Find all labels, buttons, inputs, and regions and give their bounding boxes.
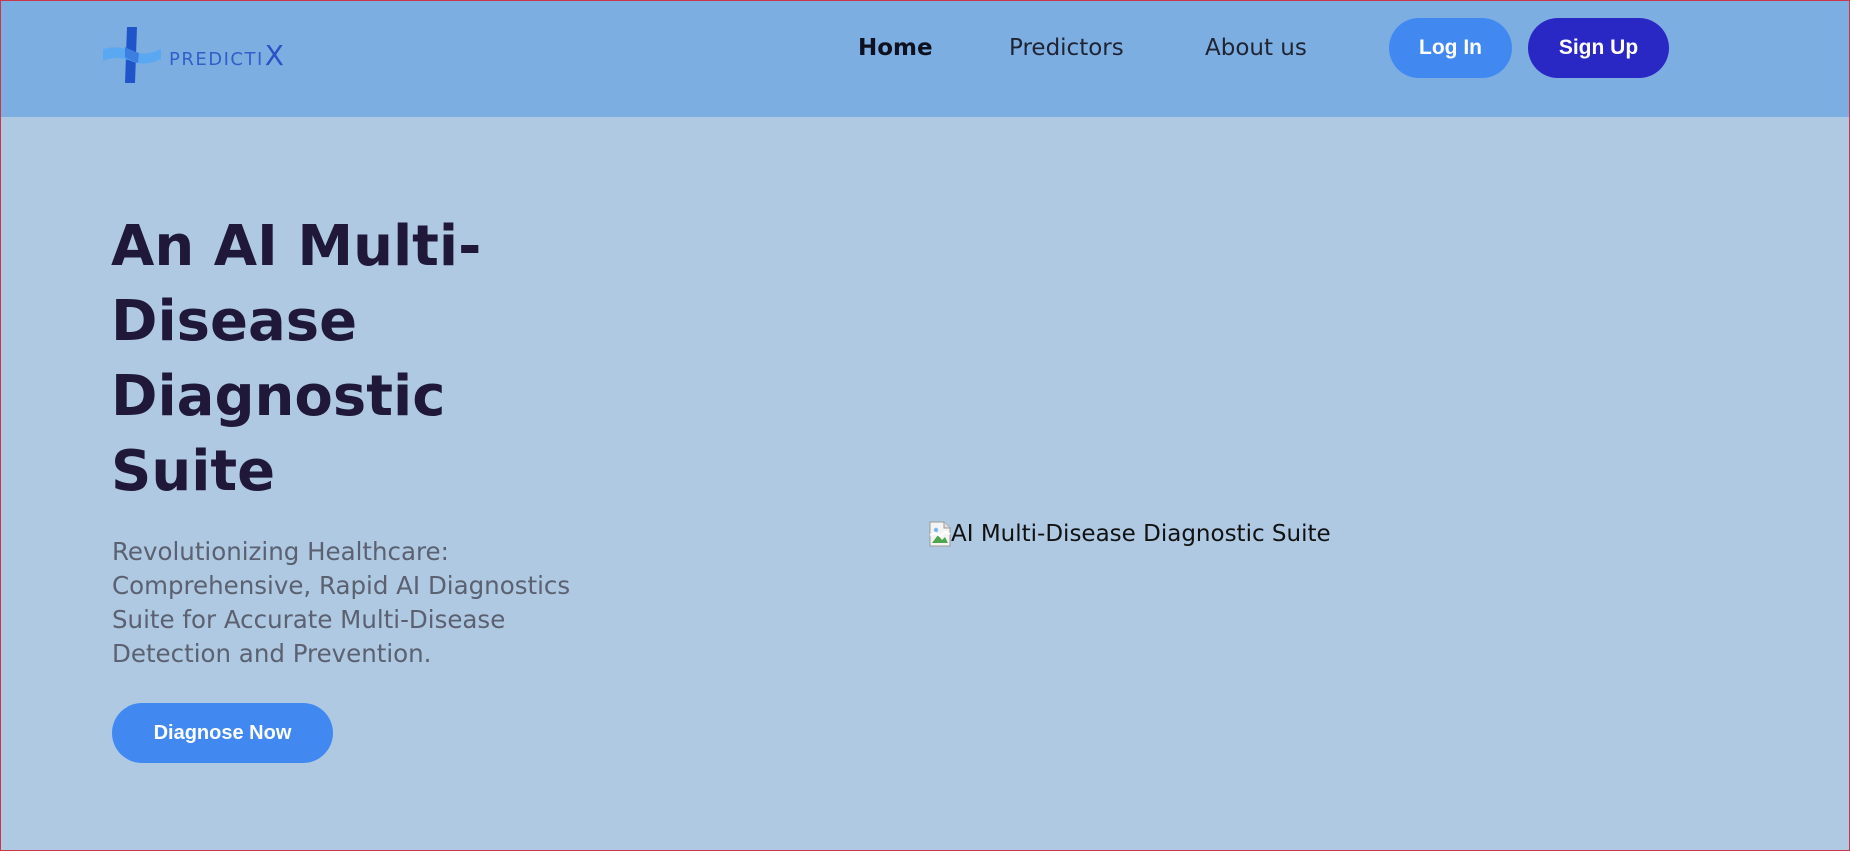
- brand-name-prefix: PREDICTI: [169, 48, 264, 70]
- brand-name: PREDICTI X: [169, 39, 284, 72]
- hero-image-alt-text: AI Multi-Disease Diagnostic Suite: [951, 521, 1331, 547]
- hero-subtitle: Revolutionizing Healthcare: Comprehensiv…: [112, 537, 571, 668]
- nav-link-home[interactable]: Home: [858, 32, 933, 64]
- hero-image: AI Multi-Disease Diagnostic Suite: [929, 518, 1331, 550]
- diagnose-now-button[interactable]: Diagnose Now: [112, 703, 333, 763]
- nav-link-about-us[interactable]: About us: [1205, 32, 1307, 64]
- brand-name-suffix: X: [264, 38, 284, 72]
- hero-title: An AI Multi-Disease Diagnostic Suite: [111, 214, 482, 504]
- login-button[interactable]: Log In: [1389, 18, 1512, 78]
- signup-button[interactable]: Sign Up: [1528, 18, 1669, 78]
- broken-image-icon: [929, 521, 953, 547]
- brand-logo[interactable]: PREDICTI X: [103, 27, 284, 83]
- medical-cross-logo-icon: [103, 27, 163, 83]
- navbar: PREDICTI X Home Predictors About us Log I…: [1, 1, 1849, 117]
- nav-link-predictors[interactable]: Predictors: [1009, 32, 1124, 64]
